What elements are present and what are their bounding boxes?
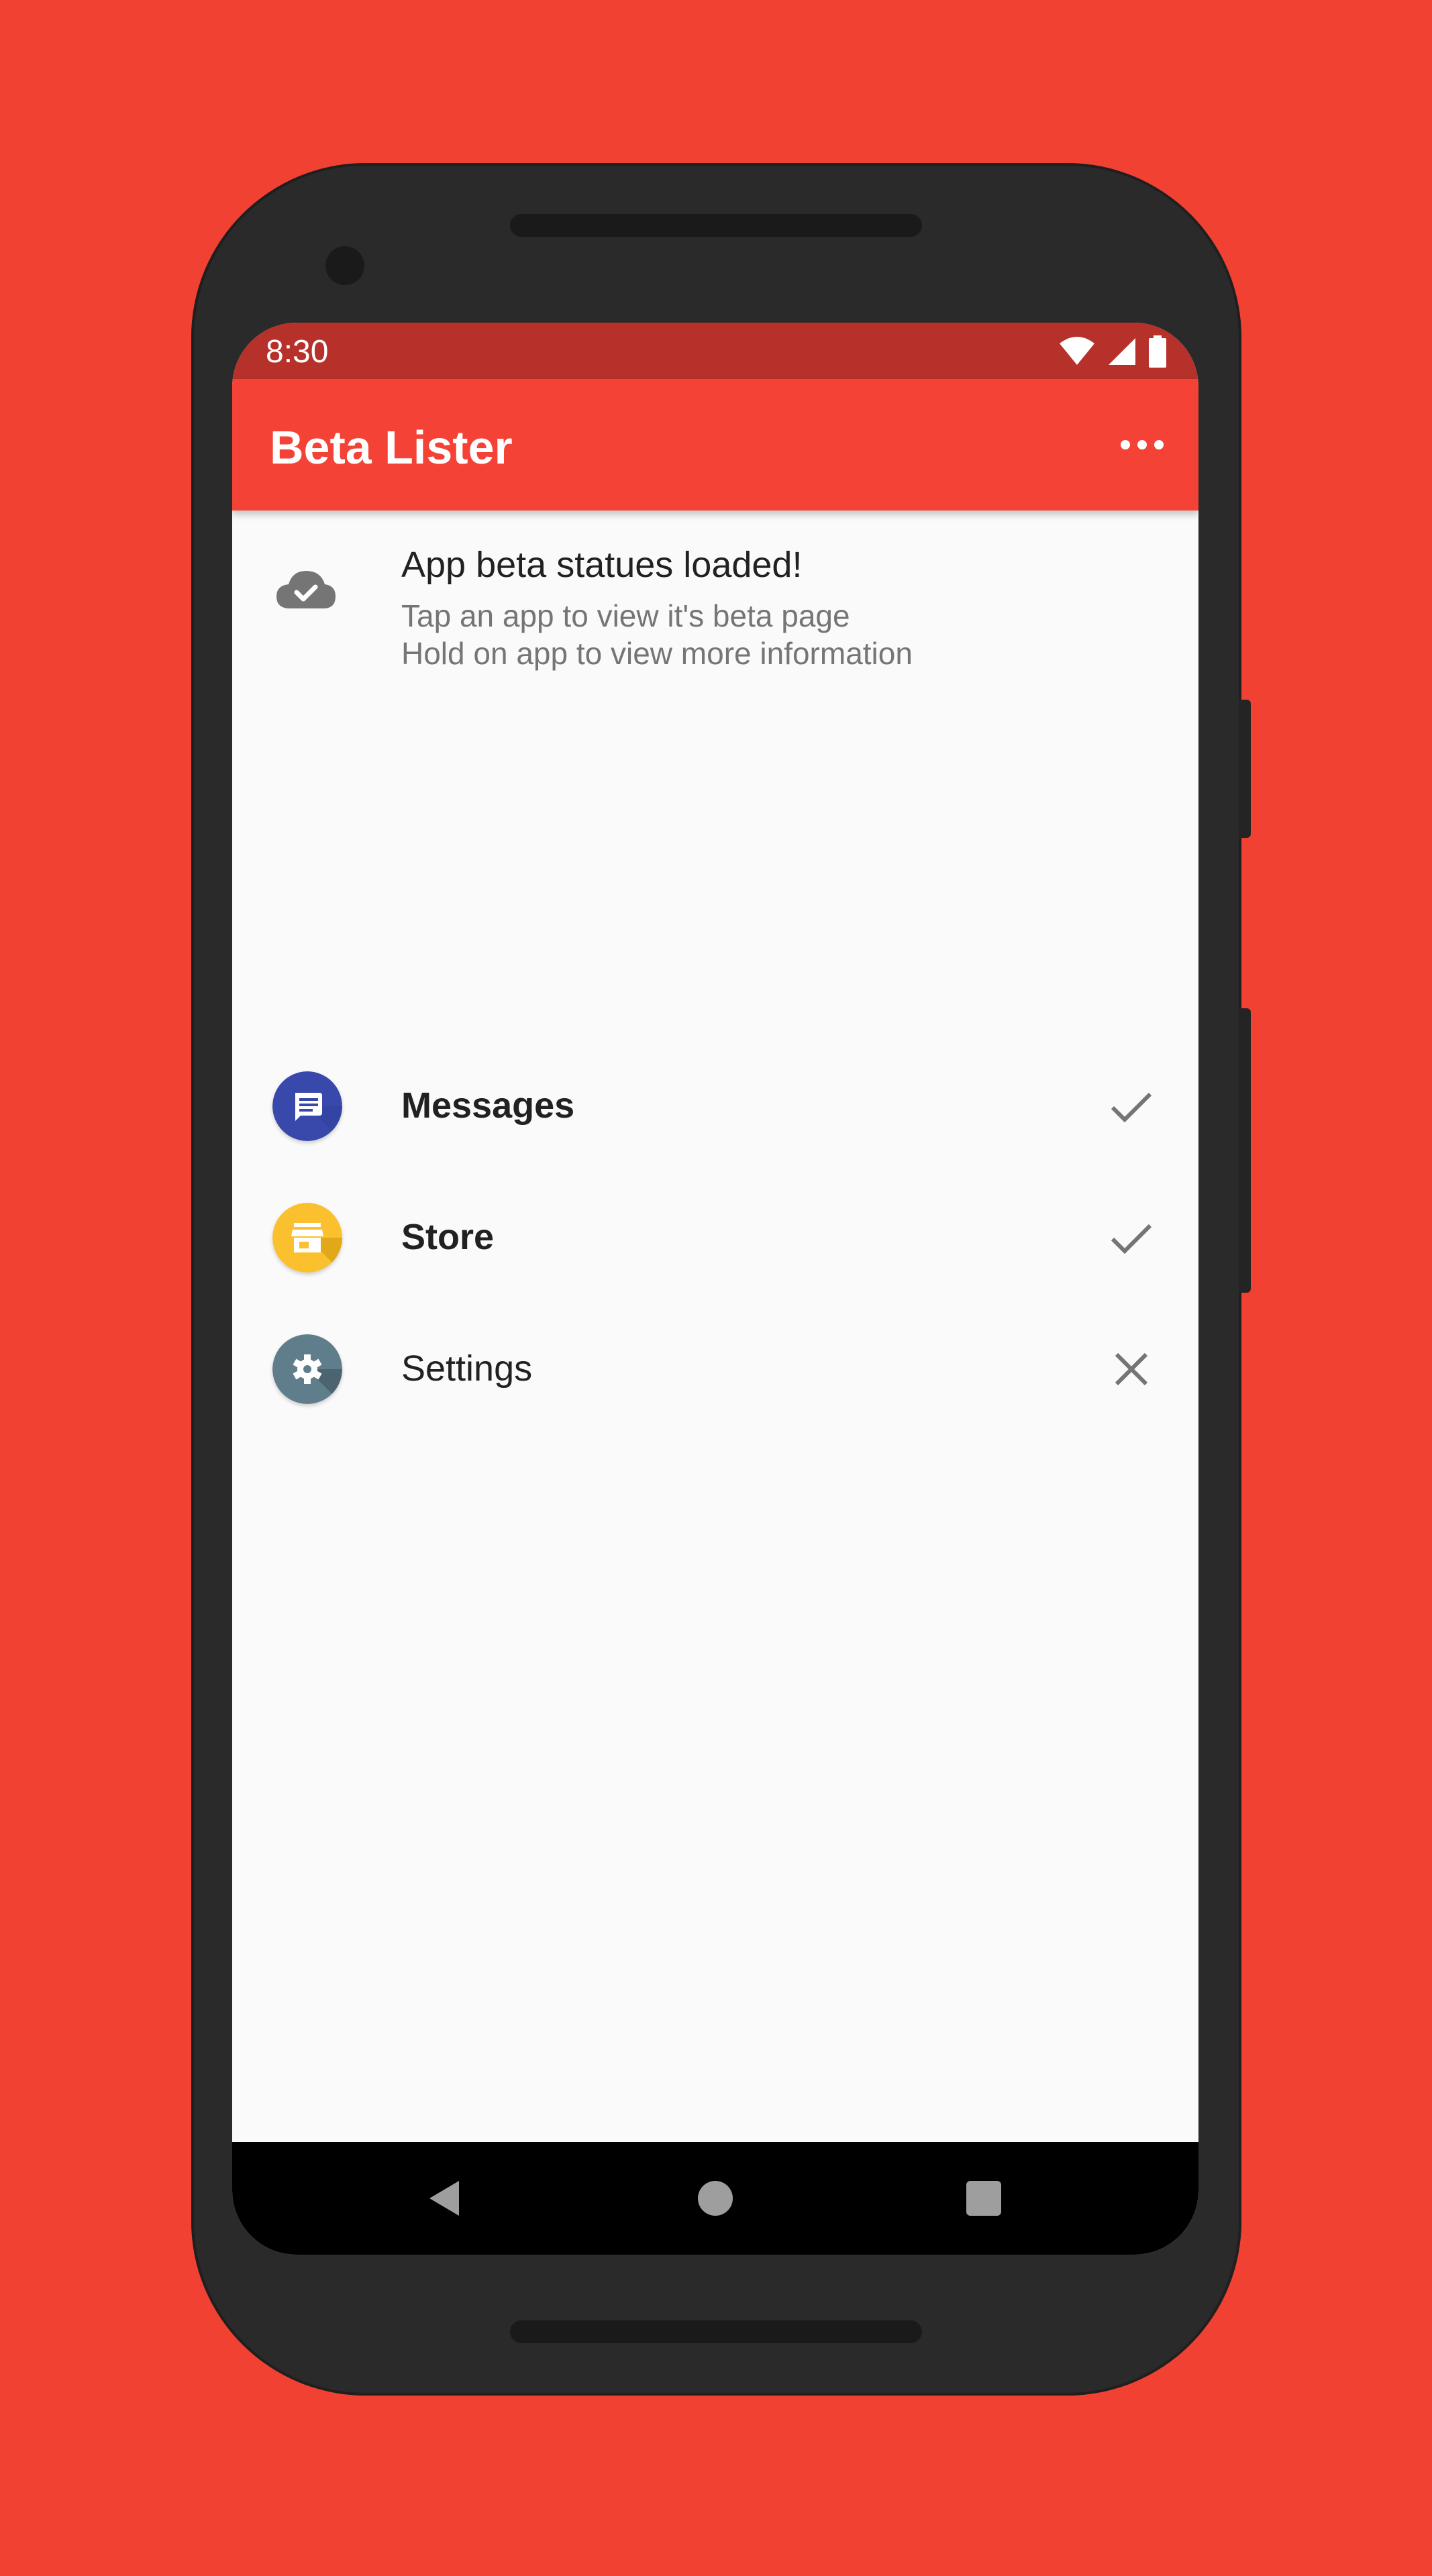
bottom-speaker: [510, 2320, 922, 2343]
info-hint-hold: Hold on app to view more information: [401, 636, 913, 671]
home-icon[interactable]: [694, 2177, 737, 2220]
status-icons: [1059, 335, 1166, 368]
close-icon: [1115, 1352, 1148, 1386]
app-name: Messages: [401, 1085, 575, 1126]
load-status-message: App beta statues loaded! Tap an app to v…: [232, 511, 1198, 712]
status-time: 8:30: [266, 334, 329, 370]
list-item-messages[interactable]: Messages: [232, 1040, 1198, 1172]
list-item-settings[interactable]: Settings: [232, 1303, 1198, 1435]
app-name: Settings: [401, 1348, 533, 1389]
info-title: App beta statues loaded!: [401, 545, 803, 585]
list-item-store[interactable]: Store: [232, 1172, 1198, 1303]
volume-button: [1239, 1008, 1251, 1293]
app-bar: Beta Lister: [232, 379, 1198, 511]
front-camera: [325, 246, 364, 285]
recents-icon[interactable]: [962, 2177, 1005, 2220]
check-icon: [1111, 1224, 1152, 1254]
info-hint-tap: Tap an app to view it's beta page: [401, 598, 850, 633]
power-button: [1239, 700, 1251, 838]
store-icon: [272, 1203, 342, 1273]
phone-frame: 8:30 Beta Lister App beta statues loaded…: [191, 163, 1251, 2396]
check-icon: [1111, 1092, 1152, 1123]
app-name: Store: [401, 1217, 495, 1257]
cell-signal-icon: [1109, 338, 1135, 365]
top-speaker: [510, 214, 922, 237]
screen: 8:30 Beta Lister App beta statues loaded…: [232, 323, 1198, 2255]
wifi-icon: [1060, 337, 1094, 365]
navigation-bar: [232, 2142, 1198, 2255]
more-horiz-icon[interactable]: [1121, 434, 1164, 455]
back-icon[interactable]: [423, 2177, 466, 2220]
status-bar: 8:30: [232, 323, 1198, 379]
battery-icon: [1149, 335, 1166, 368]
settings-icon: [272, 1334, 342, 1404]
app-title: Beta Lister: [270, 421, 513, 474]
messages-icon: [272, 1071, 342, 1141]
cloud-done-icon: [276, 571, 336, 608]
